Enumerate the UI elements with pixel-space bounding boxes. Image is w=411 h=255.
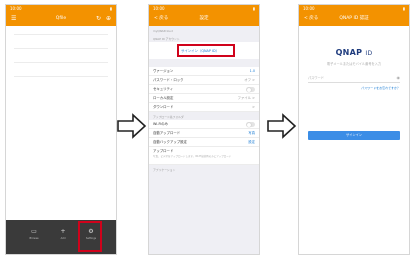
- status-time: 10:00: [10, 6, 22, 11]
- arrow-right-icon: [267, 113, 297, 139]
- forgot-password-link[interactable]: パスワードをお忘れですか？: [361, 86, 400, 90]
- section-header: myQNAPcloud: [153, 29, 173, 33]
- list-divider: [14, 48, 108, 49]
- settings-row[interactable]: アップロード 写真、ビデオをアップロードします。Wi-Fi接続時のみにアップロー…: [149, 147, 259, 165]
- server-list: [6, 26, 116, 220]
- signin-form: QNAP ID 電子メールまたはモバイル番号を入力 パスワード ◉ パスワードを…: [299, 26, 409, 254]
- settings-row[interactable]: 自動バックアップ設定 設定: [149, 138, 259, 147]
- tab-browse[interactable]: ▭ Browse: [26, 228, 42, 240]
- settings-row[interactable]: ダウンロード >: [149, 103, 259, 112]
- settings-row[interactable]: セキュリティ: [149, 85, 259, 94]
- row-value: オフ >: [244, 78, 255, 82]
- app-header: ☰ Qfile ↻ ⊕: [6, 12, 116, 26]
- security-toggle[interactable]: [246, 87, 255, 92]
- battery-icon: ▮: [252, 6, 255, 11]
- row-value: >: [252, 105, 255, 109]
- folder-icon: ▭: [31, 228, 37, 235]
- password-field[interactable]: パスワード ◉: [308, 75, 400, 83]
- qnap-id-logo: QNAP ID: [299, 48, 409, 57]
- battery-icon: ▮: [402, 6, 405, 11]
- refresh-icon[interactable]: ↻: [96, 12, 101, 26]
- tab-label: Add: [60, 237, 66, 240]
- eye-icon[interactable]: ◉: [397, 75, 401, 80]
- highlight-settings-tab: [78, 221, 102, 252]
- app-header: < 戻る 設定: [149, 12, 259, 26]
- password-placeholder: パスワード: [308, 76, 324, 80]
- settings-row[interactable]: 自動アップロード 写真: [149, 129, 259, 138]
- settings-row[interactable]: ローカル設定 ファイル >: [149, 94, 259, 103]
- section-header: QNAP ID アカウント: [153, 37, 180, 41]
- status-bar: 10:00 ▮: [149, 5, 259, 12]
- section-header: アプリケーション: [153, 168, 176, 172]
- highlight-signin-link: [177, 44, 235, 57]
- tab-label: Browse: [29, 237, 39, 240]
- bottom-tab-bar: ▭ Browse + Add ⚙ Settings: [6, 220, 116, 254]
- row-value: ファイル >: [237, 96, 255, 100]
- row-label: ローカル設定: [153, 96, 174, 100]
- settings-list: myQNAPcloud QNAP ID アカウント サインイン（QNAP ID）…: [149, 26, 259, 254]
- phone-screen-qfile-home: 10:00 ▮ ☰ Qfile ↻ ⊕ ▭ Browse + Add ⚙ Set…: [5, 4, 117, 255]
- row-label: セキュリティ: [153, 87, 174, 91]
- arrow-right-icon: [117, 113, 147, 139]
- logo-suffix: ID: [365, 50, 373, 57]
- row-description: 写真、ビデオをアップロードします。Wi-Fi接続時のみにアップロード: [153, 155, 232, 158]
- email-prompt[interactable]: 電子メールまたはモバイル番号を入力: [299, 61, 409, 66]
- page-title: QNAP ID 認証: [339, 16, 369, 21]
- section-header: アップロード先フォルダ: [153, 115, 184, 119]
- phone-screen-qnap-id-signin: 10:00 ▮ < 戻る QNAP ID 認証 QNAP ID 電子メールまたは…: [298, 4, 410, 255]
- settings-row[interactable]: ヴァージョン 1.0: [149, 67, 259, 76]
- row-value: 1.0: [249, 69, 255, 73]
- list-divider: [14, 62, 108, 63]
- battery-icon: ▮: [109, 6, 112, 11]
- status-time: 10:00: [303, 6, 315, 11]
- settings-row[interactable]: Wi-Fiのみ: [149, 120, 259, 129]
- status-bar: 10:00 ▮: [299, 5, 409, 12]
- status-time: 10:00: [153, 6, 165, 11]
- add-server-icon[interactable]: ⊕: [106, 12, 111, 26]
- wifi-only-toggle[interactable]: [246, 122, 255, 127]
- phone-screen-settings: 10:00 ▮ < 戻る 設定 myQNAPcloud QNAP ID アカウン…: [148, 4, 260, 255]
- signin-button[interactable]: サインイン: [308, 131, 400, 140]
- signin-row: サインイン（QNAP ID）: [149, 42, 259, 59]
- row-label: Wi-Fiのみ: [153, 122, 168, 126]
- row-label: 自動アップロード: [153, 131, 181, 135]
- plus-icon: +: [60, 228, 66, 235]
- page-title: 設定: [199, 16, 209, 21]
- logo-text: QNAP: [335, 48, 363, 57]
- app-header: < 戻る QNAP ID 認証: [299, 12, 409, 26]
- row-label: アップロード: [153, 149, 174, 153]
- row-label: ダウンロード: [153, 105, 174, 109]
- row-value: 写真: [248, 131, 255, 135]
- row-label: 自動バックアップ設定: [153, 140, 187, 144]
- row-value: 設定: [248, 140, 255, 144]
- list-divider: [14, 76, 108, 77]
- settings-row[interactable]: パスワード・ロック オフ >: [149, 76, 259, 85]
- status-bar: 10:00 ▮: [6, 5, 116, 12]
- section-header: [149, 59, 259, 67]
- row-label: パスワード・ロック: [153, 78, 184, 82]
- list-divider: [14, 34, 108, 35]
- row-label: ヴァージョン: [153, 69, 174, 73]
- tab-add[interactable]: + Add: [55, 228, 71, 240]
